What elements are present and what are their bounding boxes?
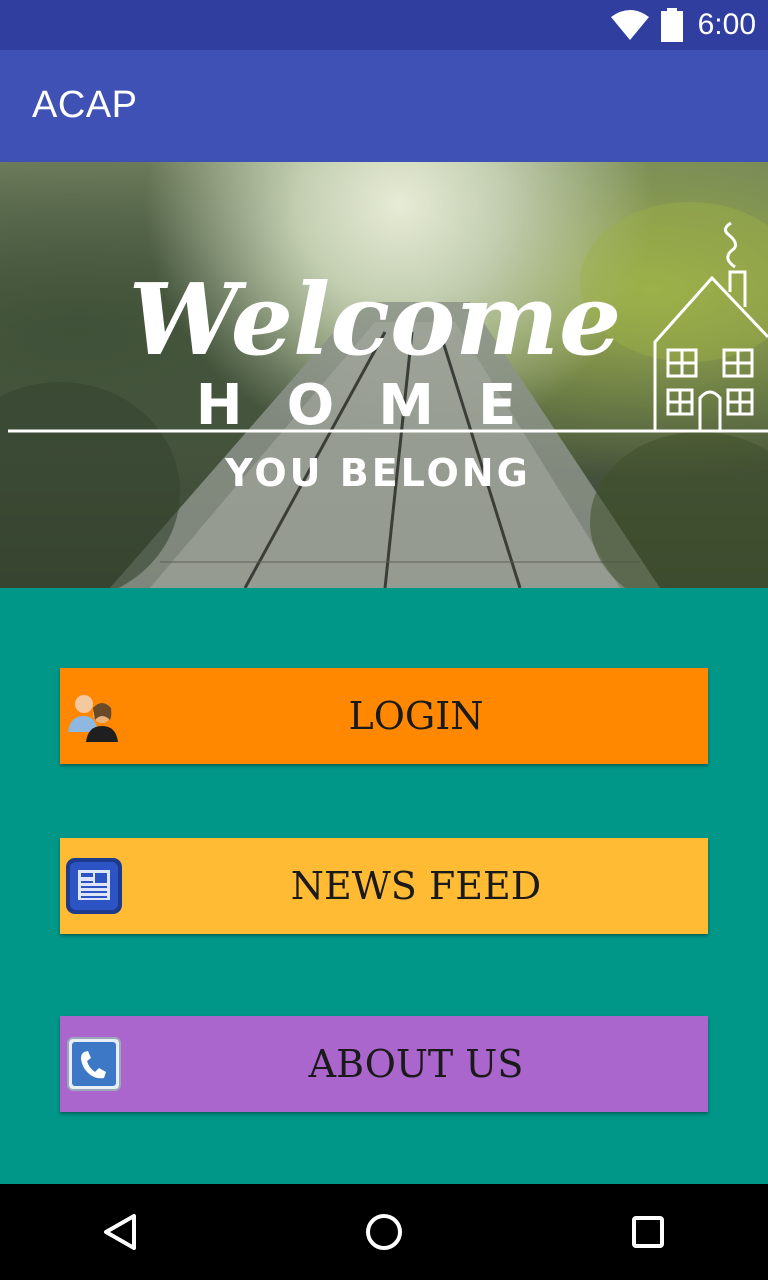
status-time: 6:00 xyxy=(697,8,756,41)
wifi-icon xyxy=(610,10,649,40)
home-icon[interactable] xyxy=(360,1208,408,1256)
battery-icon xyxy=(660,8,683,42)
news-feed-label: NEWS FEED xyxy=(290,864,542,908)
app-title: ACAP xyxy=(32,84,138,126)
login-label: LOGIN xyxy=(348,694,484,738)
about-us-button[interactable]: ABOUT US xyxy=(60,1016,708,1112)
status-bar: 6:00 xyxy=(0,0,768,50)
banner-illustration: Welcome HOME YOU BELONG xyxy=(0,202,768,588)
back-icon[interactable] xyxy=(96,1208,144,1256)
login-button[interactable]: LOGIN xyxy=(60,668,708,764)
app-bar: ACAP xyxy=(0,50,768,162)
navigation-bar xyxy=(0,1184,768,1280)
main-content: LOGIN NEWS FEED ABOUT US xyxy=(0,588,768,1184)
news-feed-button[interactable]: NEWS FEED xyxy=(60,838,708,934)
recents-icon[interactable] xyxy=(624,1208,672,1256)
status-icons: 6:00 xyxy=(610,0,756,50)
banner-you-belong: YOU BELONG xyxy=(224,451,531,495)
banner-home: HOME xyxy=(196,373,560,438)
about-us-label: ABOUT US xyxy=(308,1042,524,1086)
welcome-banner: Welcome HOME YOU BELONG xyxy=(0,162,768,588)
banner-welcome: Welcome xyxy=(129,263,622,378)
